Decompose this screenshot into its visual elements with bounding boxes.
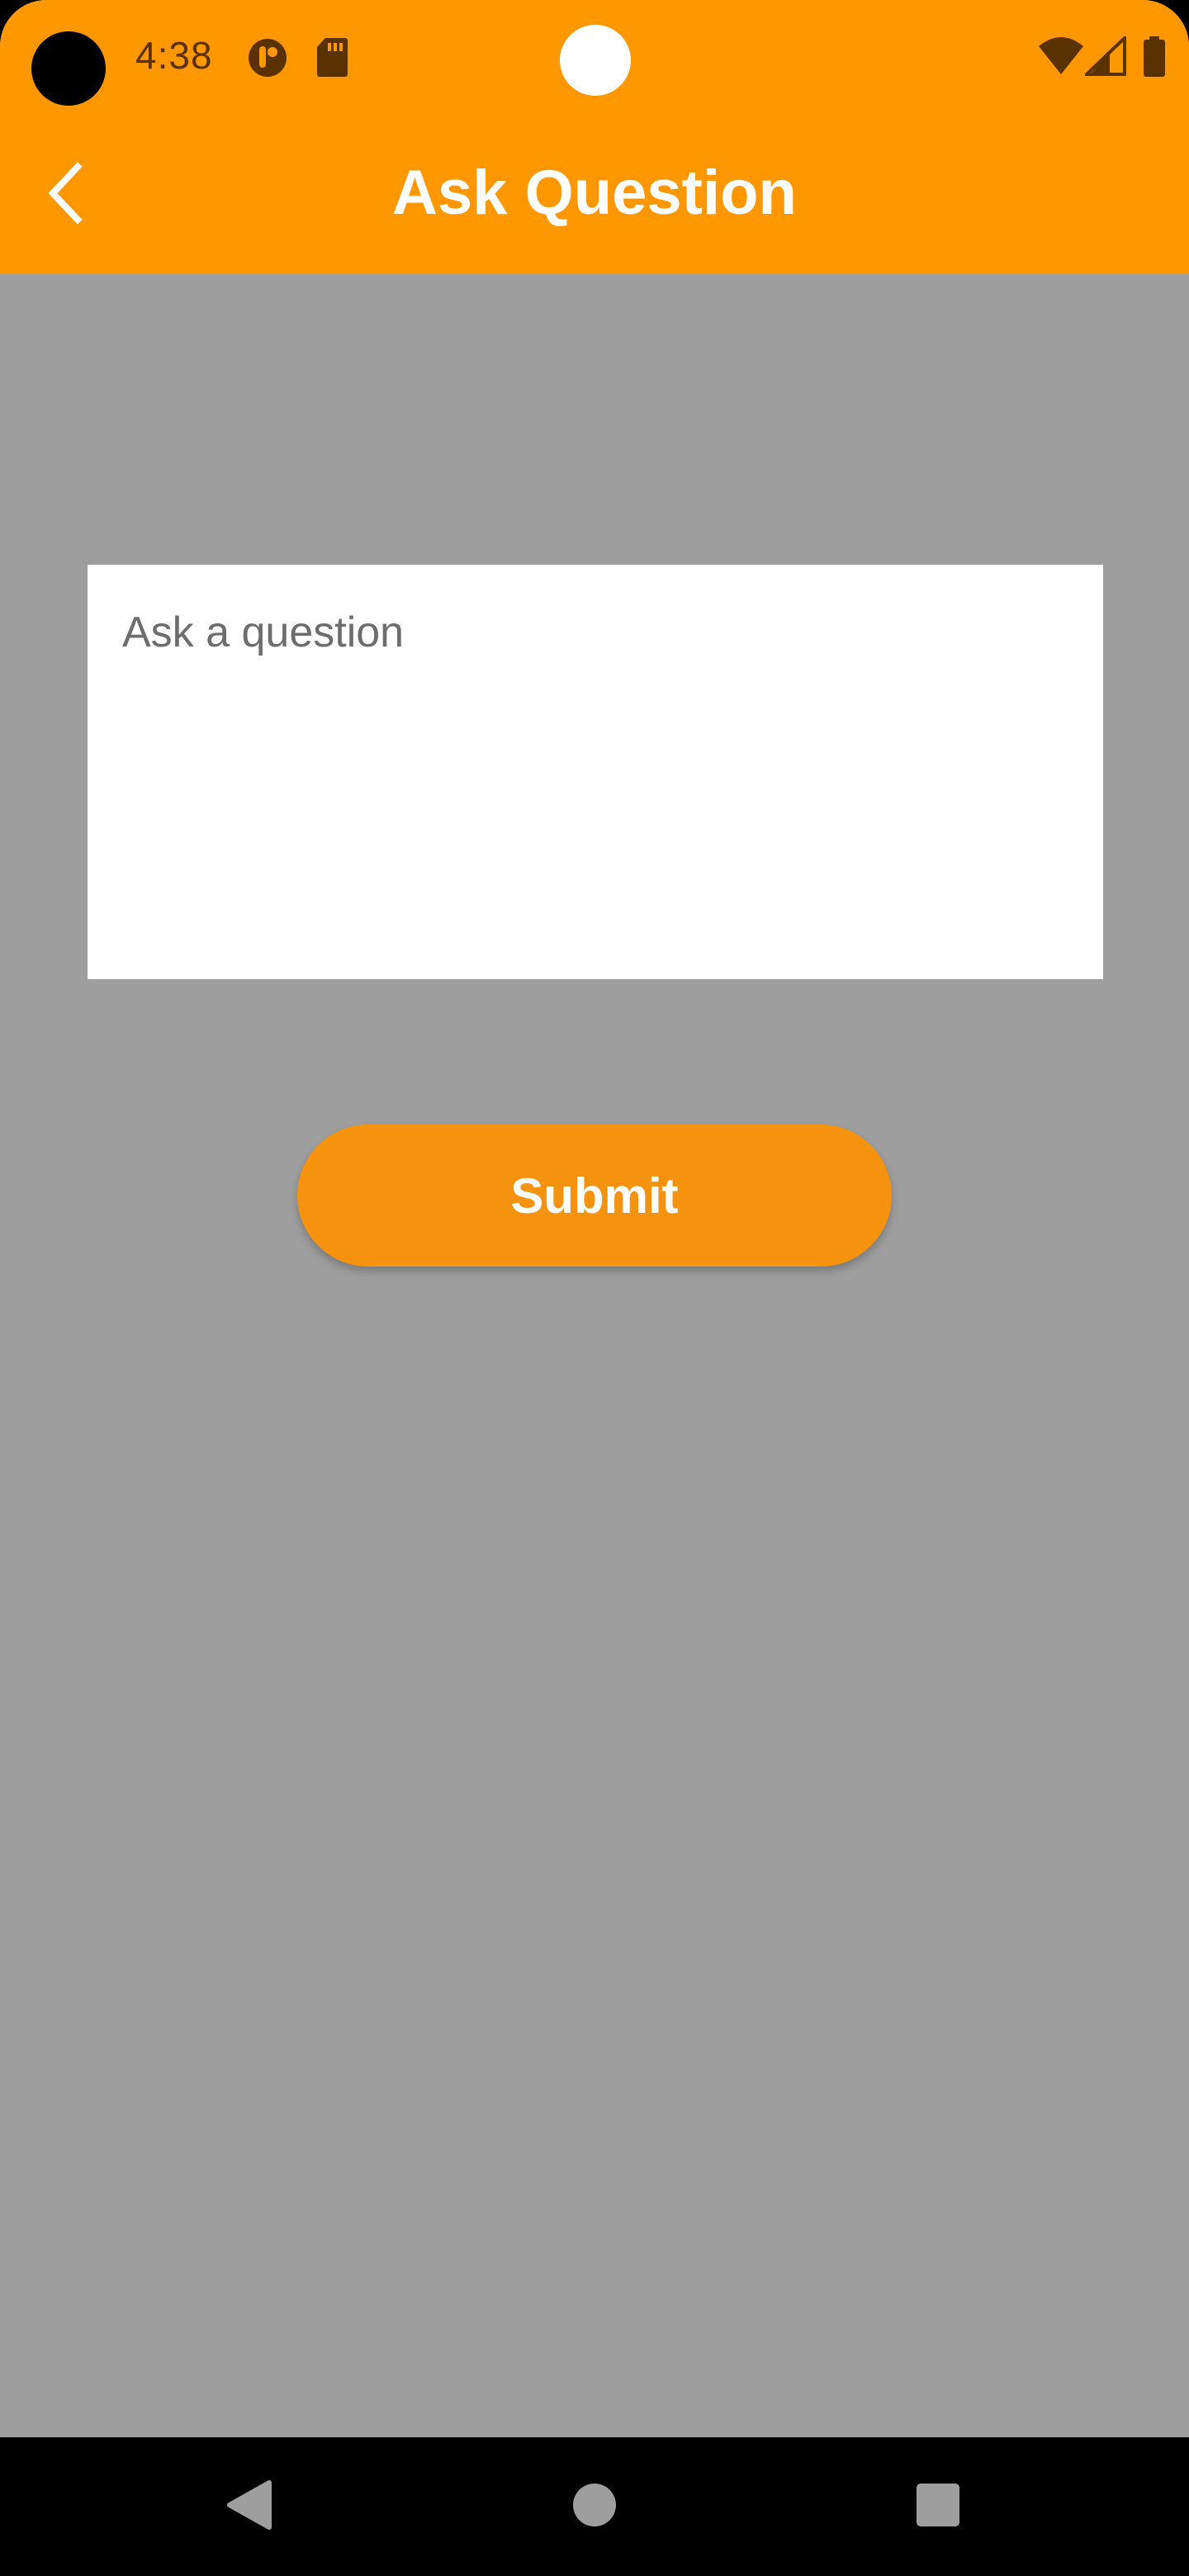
system-nav-bar [0,2437,1189,2576]
battery-icon [1143,36,1166,82]
nav-back-button[interactable] [183,2437,315,2576]
status-bar: 4:38 [0,0,1189,116]
nav-recents-button[interactable] [872,2437,1004,2576]
wifi-icon [1039,36,1083,80]
cellular-signal-icon [1082,34,1126,80]
home-circle-icon [571,2482,618,2532]
screen: 4:38 Ask Question Ask a question Submit [0,0,1189,2576]
app-bar: Ask Question [0,116,1189,274]
sd-card-icon [315,36,348,82]
question-input[interactable] [88,565,1103,979]
app-notification-icon [246,36,289,83]
front-camera-icon [560,25,631,96]
back-triangle-icon [226,2479,272,2535]
question-box [88,565,1103,979]
status-time: 4:38 [135,34,213,77]
page-title: Ask Question [392,158,797,228]
recents-square-icon [915,2482,961,2532]
submit-button[interactable]: Submit [297,1125,892,1267]
nav-home-button[interactable] [528,2437,661,2576]
camera-cutout-icon [31,31,106,106]
